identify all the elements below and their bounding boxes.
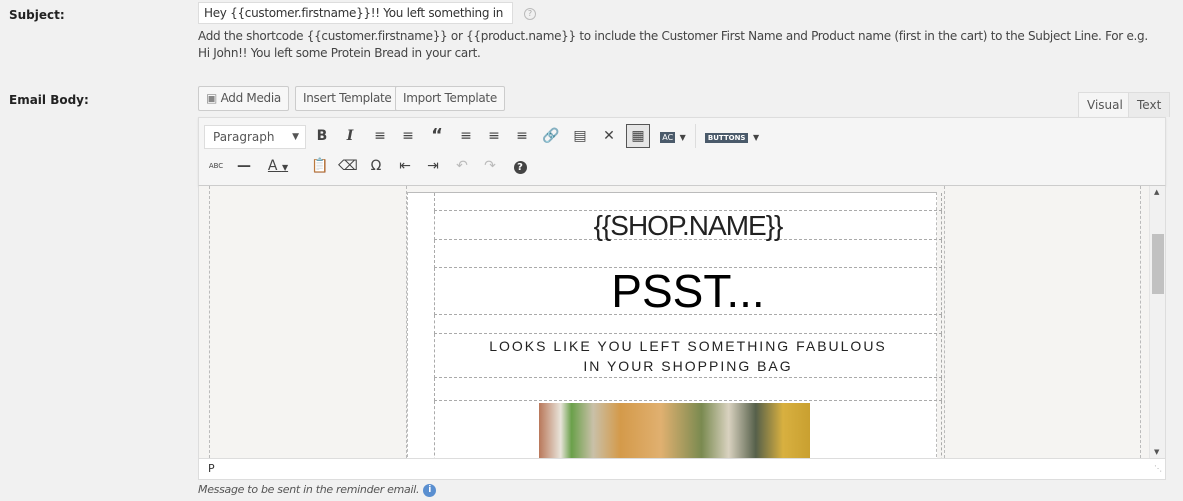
paste-text-icon[interactable]: 📋 [309, 155, 331, 177]
blockquote-icon[interactable]: “ [426, 125, 448, 147]
media-icon: ▣ [206, 91, 218, 105]
chevron-down-icon: ▼ [752, 133, 760, 142]
toolbar-toggle-icon[interactable]: ▦ [626, 124, 650, 148]
text-color-icon[interactable]: A ▼ [261, 155, 295, 177]
question-circle-icon[interactable]: ? [524, 8, 536, 20]
email-canvas: {{SHOP.NAME}} PSST... LOOKS LIKE YOU LEF… [199, 186, 1149, 458]
scroll-up-icon[interactable]: ▲ [1154, 188, 1159, 196]
read-more-icon[interactable]: ▤ [569, 125, 591, 147]
special-character-icon[interactable]: Ω [365, 155, 387, 177]
spacer-row [434, 378, 942, 401]
tab-visual[interactable]: Visual [1078, 92, 1132, 117]
subject-label: Subject: [9, 8, 65, 22]
undo-icon[interactable]: ↶ [451, 155, 473, 177]
scrollbar-thumb[interactable] [1152, 234, 1164, 294]
add-media-button[interactable]: ▣ Add Media [198, 86, 289, 111]
tab-text[interactable]: Text [1128, 92, 1171, 117]
divider [695, 124, 696, 148]
chevron-down-icon: ▼ [679, 133, 686, 142]
element-path: P ⋱ [198, 458, 1166, 480]
image-row [434, 401, 942, 458]
subject-description: Add the shortcode {{customer.firstname}}… [198, 29, 1148, 60]
align-left-icon[interactable]: ≡ [455, 125, 477, 147]
ac-dropdown[interactable]: AC ▼ [656, 125, 690, 147]
fullscreen-icon[interactable]: ✕ [598, 125, 620, 147]
redo-icon[interactable]: ↷ [479, 155, 501, 177]
subheadline: LOOKS LIKE YOU LEFT SOMETHING FABULOUS IN… [434, 334, 942, 378]
outdent-icon[interactable]: ⇤ [394, 155, 416, 177]
italic-icon[interactable]: I [339, 125, 361, 147]
headline: PSST... [434, 268, 942, 315]
format-select[interactable]: Paragraph ▼ [204, 125, 306, 149]
ac-icon: AC [660, 132, 676, 143]
bold-icon[interactable]: B [311, 125, 333, 147]
spacer-row [434, 315, 942, 334]
align-right-icon[interactable]: ≡ [511, 125, 533, 147]
chevron-down-icon: ▼ [292, 132, 299, 142]
buttons-icon: BUTTONS [704, 133, 749, 143]
scroll-down-icon[interactable]: ▼ [1154, 448, 1159, 456]
import-template-button[interactable]: Import Template [395, 86, 505, 111]
spacer-row [434, 240, 942, 268]
editor-scrollbar[interactable]: ▲ ▼ [1149, 186, 1165, 458]
strikethrough-icon[interactable]: ABC [205, 155, 227, 177]
subheadline-line-1: LOOKS LIKE YOU LEFT SOMETHING FABULOUS [489, 338, 887, 354]
subheadline-line-2: IN YOUR SHOPPING BAG [583, 358, 793, 374]
insert-template-button[interactable]: Insert Template [295, 86, 400, 111]
email-template: {{SHOP.NAME}} PSST... LOOKS LIKE YOU LEF… [407, 192, 942, 458]
email-body-label: Email Body: [9, 93, 89, 107]
info-icon[interactable]: i [423, 483, 437, 497]
body-note: Message to be sent in the reminder email… [198, 483, 437, 497]
align-center-icon[interactable]: ≡ [483, 125, 505, 147]
bullet-list-icon[interactable]: ≡ [369, 125, 391, 147]
path-p[interactable]: P [208, 462, 215, 475]
spacer-row [434, 193, 942, 211]
numbered-list-icon[interactable]: ≡ [397, 125, 419, 147]
editor-content[interactable]: {{SHOP.NAME}} PSST... LOOKS LIKE YOU LEF… [198, 186, 1166, 458]
subject-input[interactable] [198, 2, 513, 24]
link-icon[interactable]: 🔗 [540, 125, 562, 147]
clear-formatting-icon[interactable]: ⌫ [337, 155, 359, 177]
format-value: Paragraph [213, 130, 275, 144]
resize-handle-icon[interactable]: ⋱ [1154, 459, 1162, 479]
note-text: Message to be sent in the reminder email… [198, 483, 420, 496]
shop-name: {{SHOP.NAME}} [434, 211, 942, 240]
buttons-dropdown[interactable]: BUTTONS ▼ [702, 125, 762, 147]
help-icon[interactable]: ? [509, 155, 531, 177]
editor-toolbar: Paragraph ▼ B I ≡ ≡ “ ≡ ≡ ≡ 🔗 ▤ ✕ ▦ AC ▼ … [198, 117, 1166, 186]
horizontal-line-icon[interactable]: — [233, 155, 255, 177]
indent-icon[interactable]: ⇥ [422, 155, 444, 177]
shopping-bag-image [539, 403, 810, 458]
add-media-label: Add Media [220, 91, 282, 105]
